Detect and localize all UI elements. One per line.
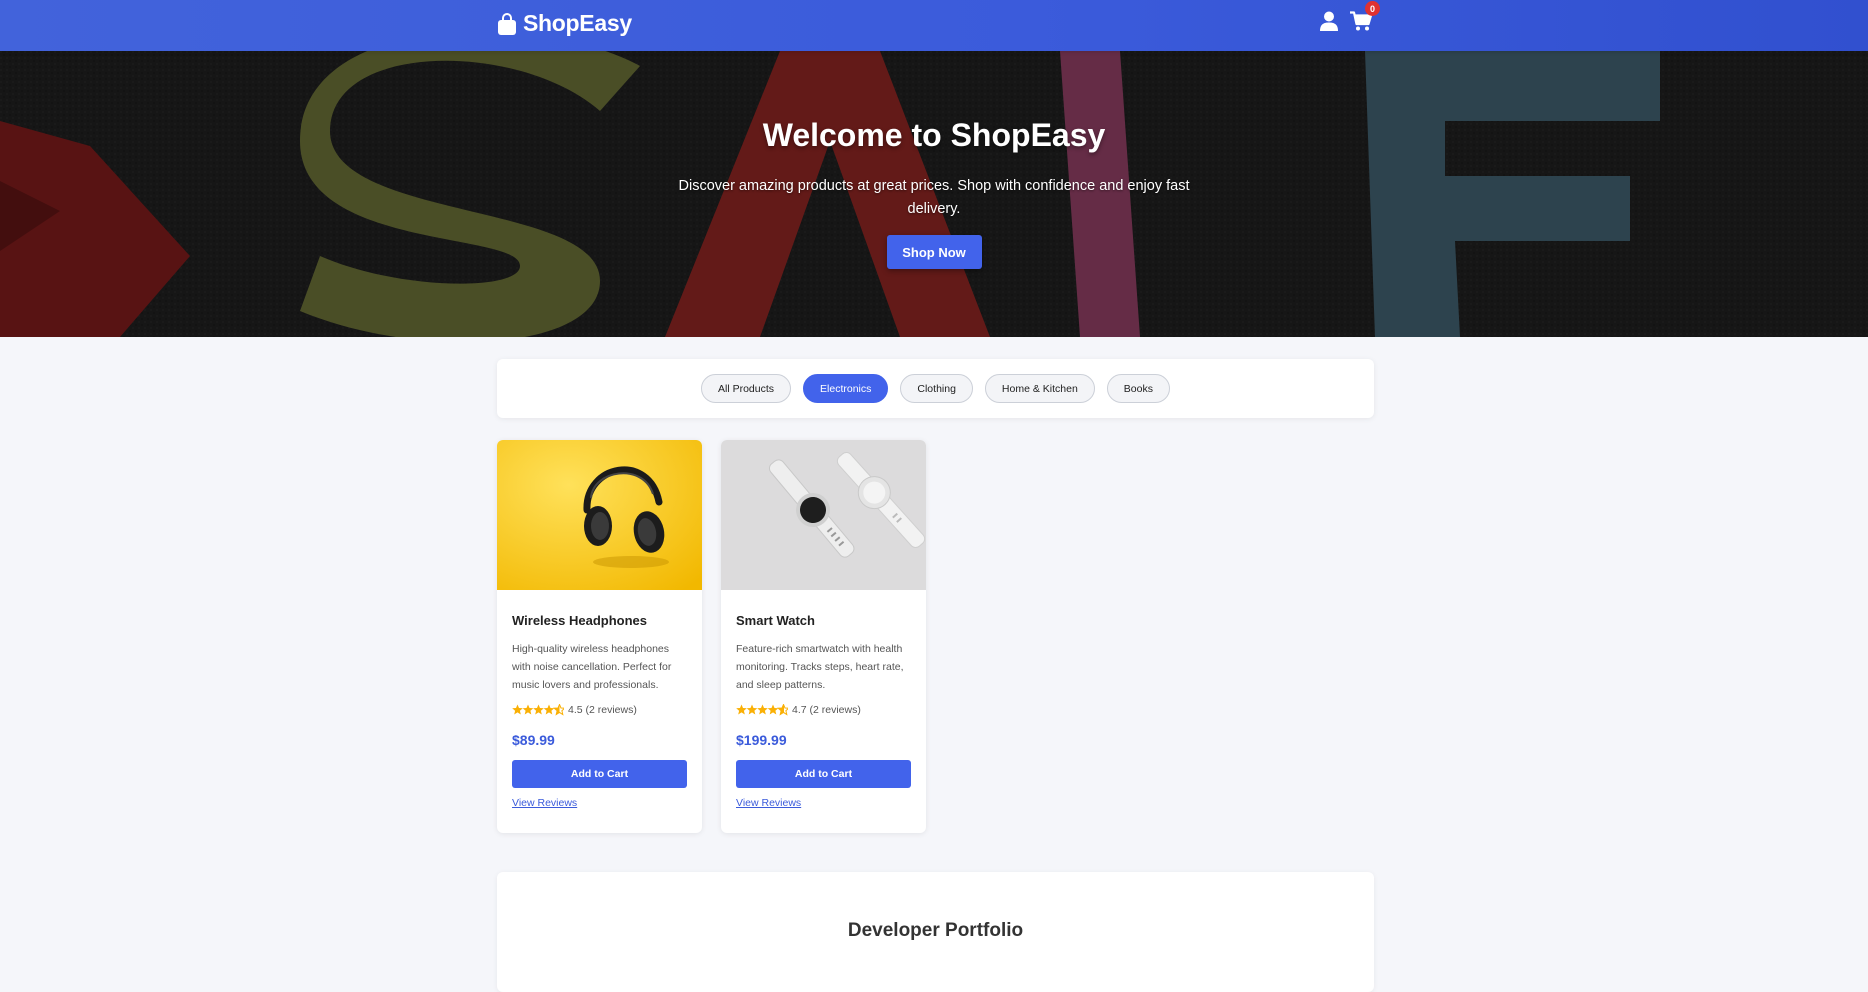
star-rating-icon <box>512 704 564 716</box>
filter-electronics[interactable]: Electronics <box>803 374 889 403</box>
product-card: Wireless Headphones High-quality wireles… <box>497 440 702 833</box>
filter-home-kitchen[interactable]: Home & Kitchen <box>984 374 1095 403</box>
filter-all-products[interactable]: All Products <box>701 374 792 403</box>
product-description: Feature-rich smartwatch with health moni… <box>736 643 904 691</box>
user-account-button[interactable] <box>1320 11 1338 36</box>
headphones-product-image[interactable] <box>497 440 702 590</box>
brand-name: ShopEasy <box>523 10 632 36</box>
hero-title: Welcome to ShopEasy <box>762 117 1106 153</box>
product-card: Smart Watch Feature-rich smartwatch with… <box>721 440 926 833</box>
product-rating: 4.5 (2 reviews) <box>512 704 687 716</box>
product-description: High-quality wireless headphones with no… <box>512 643 672 691</box>
top-nav: ShopEasy 0 <box>0 0 1868 51</box>
product-rating: 4.7 (2 reviews) <box>736 704 911 716</box>
product-price: $89.99 <box>512 732 555 748</box>
star-rating-icon <box>736 704 788 716</box>
rating-text: 4.7 (2 reviews) <box>792 704 861 716</box>
smartwatch-product-image[interactable] <box>721 440 926 590</box>
hero-subtitle: Discover amazing products at great price… <box>678 178 1190 217</box>
hero-content: Welcome to ShopEasy Discover amazing pro… <box>0 117 1868 269</box>
filter-clothing[interactable]: Clothing <box>900 374 973 403</box>
cart-button[interactable]: 0 <box>1350 1 1380 36</box>
cart-count-badge: 0 <box>1365 1 1380 16</box>
shopping-bag-icon <box>498 12 516 35</box>
rating-text: 4.5 (2 reviews) <box>568 704 637 716</box>
portfolio-title: Developer Portfolio <box>847 920 1024 941</box>
view-reviews-link[interactable]: View Reviews <box>736 797 801 809</box>
product-card-body: Wireless Headphones High-quality wireles… <box>497 613 702 811</box>
category-filter-bar: All Products Electronics Clothing Home &… <box>497 359 1374 418</box>
product-card-body: Smart Watch Feature-rich smartwatch with… <box>721 613 926 811</box>
view-reviews-link[interactable]: View Reviews <box>512 797 577 809</box>
product-name[interactable]: Smart Watch <box>736 613 911 628</box>
add-to-cart-button[interactable]: Add to Cart <box>736 760 911 788</box>
product-price: $199.99 <box>736 732 787 748</box>
add-to-cart-button[interactable]: Add to Cart <box>512 760 687 788</box>
brand-logo[interactable]: ShopEasy <box>497 10 632 37</box>
user-icon <box>1320 11 1338 31</box>
product-name[interactable]: Wireless Headphones <box>512 613 687 628</box>
shop-now-button[interactable]: Shop Now <box>886 235 982 269</box>
header-actions: 0 <box>1320 1 1380 36</box>
filter-books[interactable]: Books <box>1106 374 1170 403</box>
hero-banner: Welcome to ShopEasy Discover amazing pro… <box>0 51 1868 337</box>
developer-portfolio-section: Developer Portfolio <box>497 872 1374 992</box>
